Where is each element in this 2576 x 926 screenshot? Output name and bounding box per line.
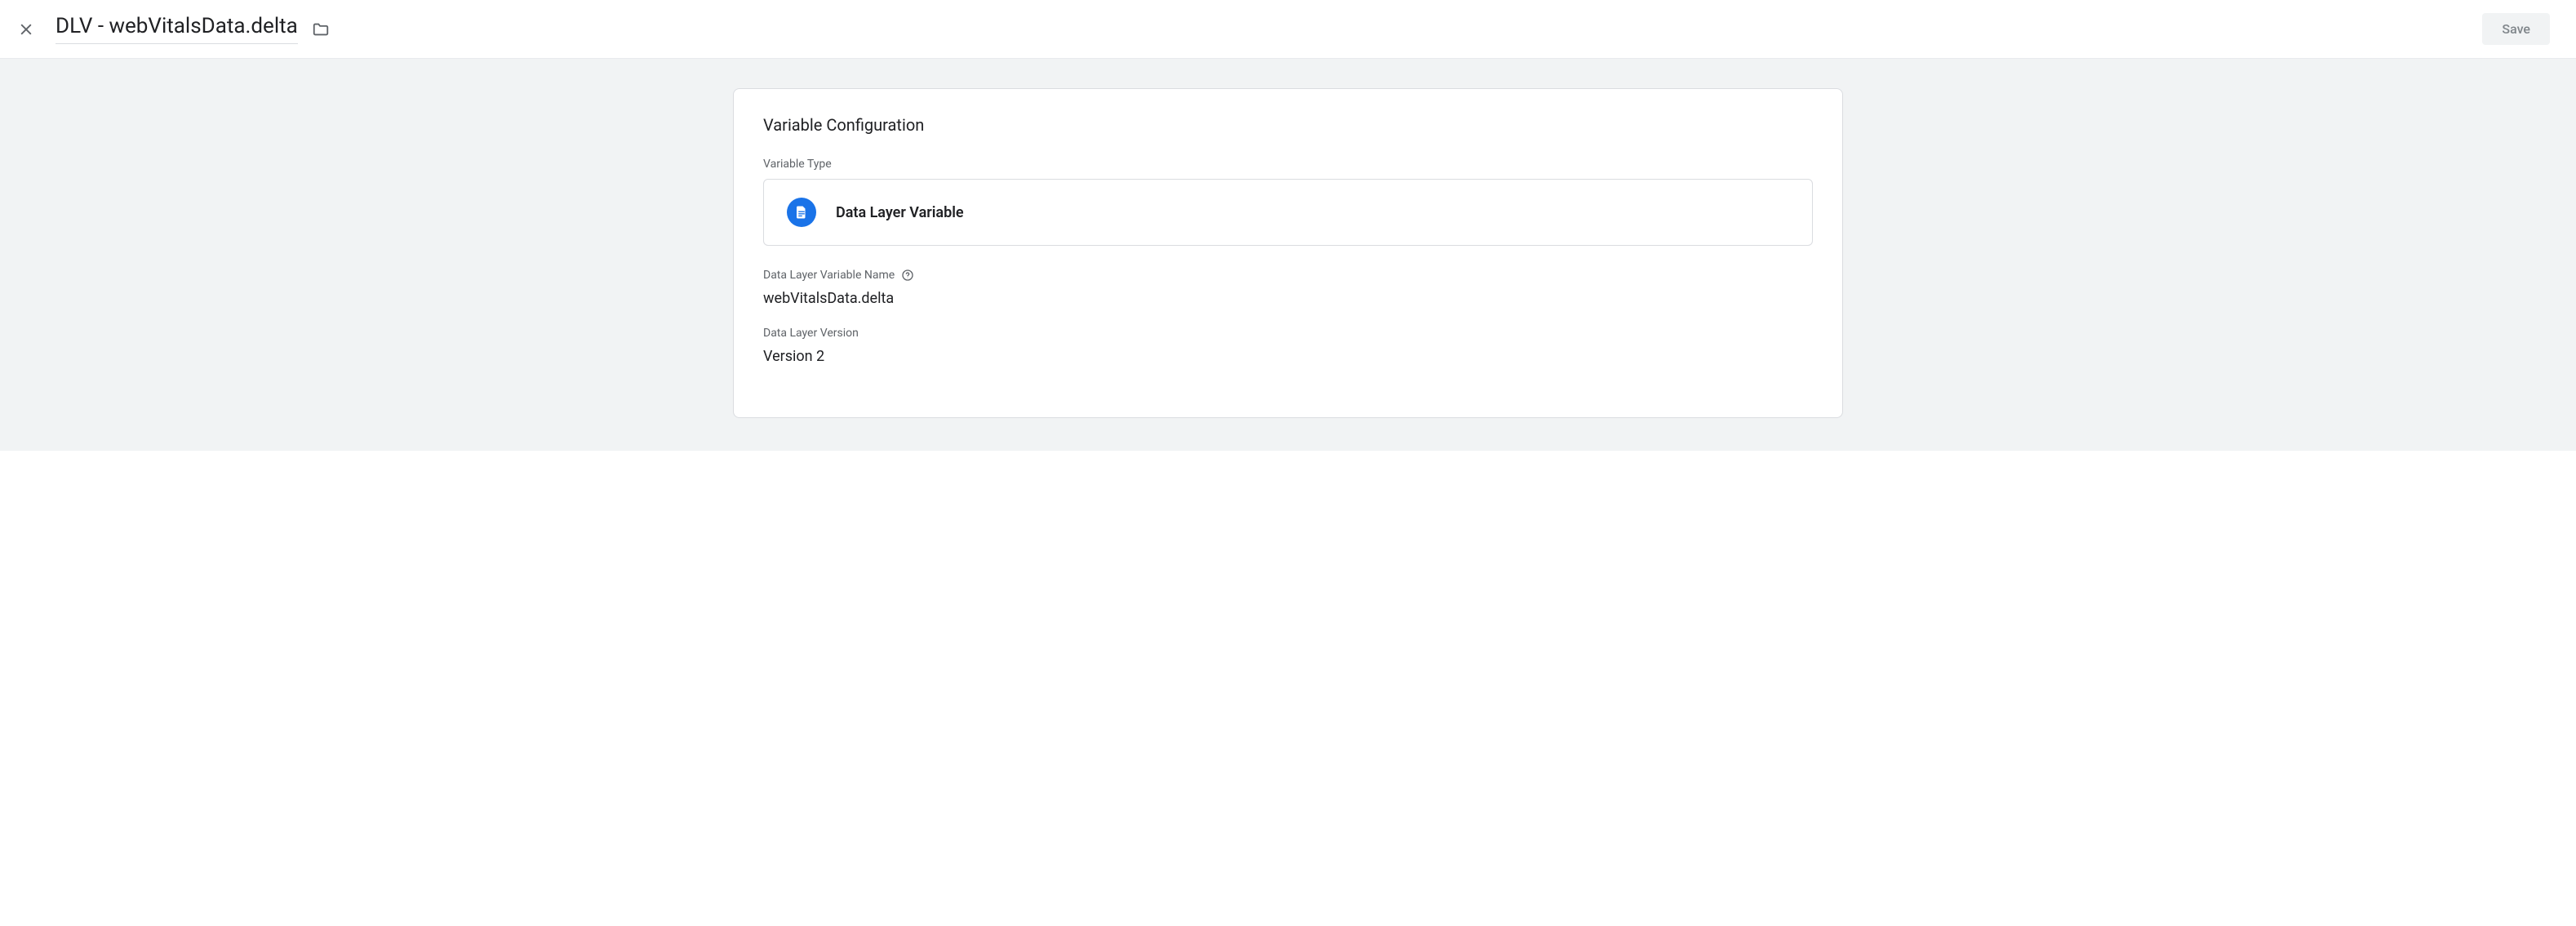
version-value: Version 2 (763, 348, 1813, 365)
save-button[interactable]: Save (2482, 13, 2550, 45)
header-bar: DLV - webVitalsData.delta Save (0, 0, 2576, 59)
content-area: Variable Configuration Variable Type Dat… (0, 59, 2576, 451)
variable-name-value: webVitalsData.delta (763, 290, 1813, 307)
close-icon (18, 21, 34, 38)
variable-name-label-text: Data Layer Variable Name (763, 269, 895, 282)
variable-name-label: Data Layer Variable Name (763, 269, 1813, 282)
variable-type-value: Data Layer Variable (836, 204, 964, 221)
version-label: Data Layer Version (763, 327, 1813, 340)
document-icon (794, 205, 809, 220)
variable-name-group: Data Layer Variable Name webVitalsData.d… (763, 269, 1813, 307)
variable-name-help-button[interactable] (901, 269, 914, 282)
variable-configuration-card: Variable Configuration Variable Type Dat… (733, 88, 1843, 418)
card-title: Variable Configuration (763, 115, 1813, 135)
variable-type-label: Variable Type (763, 158, 1813, 171)
version-group: Data Layer Version Version 2 (763, 327, 1813, 365)
folder-button[interactable] (311, 20, 331, 39)
help-icon (901, 269, 914, 282)
title-wrap: DLV - webVitalsData.delta (56, 14, 331, 44)
header-left: DLV - webVitalsData.delta (16, 14, 331, 44)
folder-icon (312, 20, 330, 38)
data-layer-variable-icon (787, 198, 816, 227)
close-button[interactable] (16, 20, 36, 39)
variable-type-selector[interactable]: Data Layer Variable (763, 179, 1813, 246)
variable-title-input[interactable]: DLV - webVitalsData.delta (56, 14, 298, 44)
